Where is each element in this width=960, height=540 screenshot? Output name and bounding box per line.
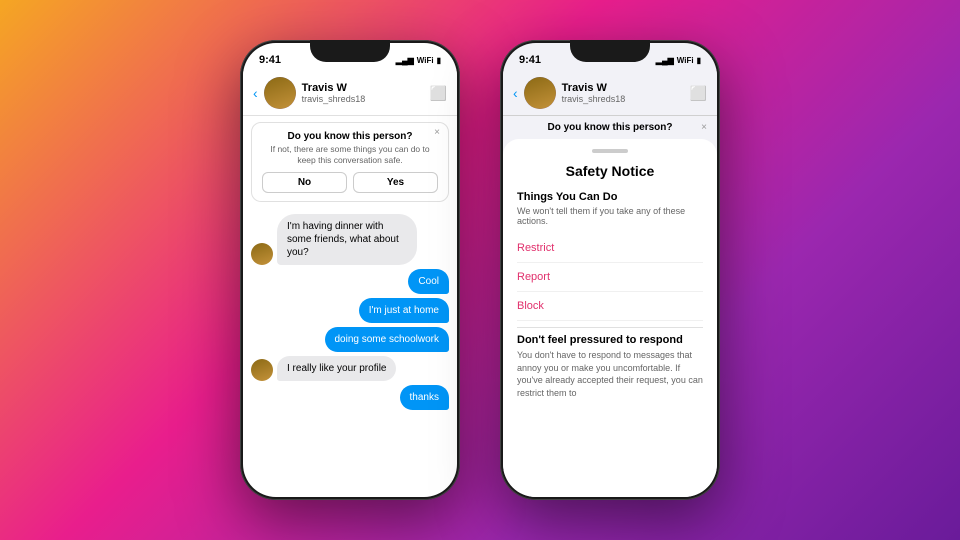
- notch-2: [570, 40, 650, 62]
- banner-close-2[interactable]: ×: [701, 122, 707, 133]
- banner-text-1: If not, there are some things you can do…: [262, 144, 438, 166]
- status-icons-1: ▂▄▆ WiFi ▮: [396, 56, 441, 65]
- list-item: I'm having dinner with some friends, wha…: [277, 214, 417, 265]
- banner-close-1[interactable]: ×: [434, 127, 440, 138]
- back-button-2[interactable]: ‹: [513, 85, 518, 101]
- notch-1: [310, 40, 390, 62]
- banner-title-2: Do you know this person?: [547, 122, 672, 133]
- list-item: doing some schoolwork: [325, 327, 450, 352]
- avatar-msg-2: [251, 359, 273, 381]
- chat-header-2: ‹ Travis W travis_shreds18 ⬜: [503, 71, 717, 116]
- messages-area-1: I'm having dinner with some friends, wha…: [243, 208, 457, 497]
- signal-icon-1: ▂▄▆: [396, 56, 414, 65]
- list-item: thanks: [400, 385, 449, 410]
- table-row: I really like your profile: [251, 356, 449, 381]
- avatar-image-2: [524, 77, 556, 109]
- yes-button-1[interactable]: Yes: [353, 172, 438, 193]
- screen-1: 9:41 ▂▄▆ WiFi ▮ ‹ Travis W travis_shreds…: [243, 43, 457, 497]
- table-row: thanks: [251, 385, 449, 410]
- wifi-icon-2: WiFi: [677, 56, 694, 65]
- phone-1: 9:41 ▂▄▆ WiFi ▮ ‹ Travis W travis_shreds…: [240, 40, 460, 500]
- battery-icon-2: ▮: [697, 56, 701, 65]
- no-button-1[interactable]: No: [262, 172, 347, 193]
- back-button-1[interactable]: ‹: [253, 85, 258, 101]
- sheet-divider: [517, 327, 703, 328]
- signal-icon-2: ▂▄▆: [656, 56, 674, 65]
- section2-text: You don't have to respond to messages th…: [517, 349, 703, 399]
- time-2: 9:41: [519, 54, 541, 66]
- status-icons-2: ▂▄▆ WiFi ▮: [656, 56, 701, 65]
- block-button[interactable]: Block: [517, 292, 703, 321]
- video-icon-2[interactable]: ⬜: [690, 85, 707, 102]
- table-row: Cool: [251, 269, 449, 294]
- chat-header-1: ‹ Travis W travis_shreds18 ⬜: [243, 71, 457, 116]
- list-item: Cool: [408, 269, 449, 294]
- safety-sheet: Safety Notice Things You Can Do We won't…: [503, 139, 717, 497]
- contact-username-1: travis_shreds18: [302, 94, 430, 104]
- contact-username-2: travis_shreds18: [562, 94, 690, 104]
- section2-title: Don't feel pressured to respond: [517, 334, 703, 346]
- report-button[interactable]: Report: [517, 263, 703, 292]
- wifi-icon-1: WiFi: [417, 56, 434, 65]
- know-banner-2: Do you know this person? ×: [503, 116, 717, 139]
- contact-name-1: Travis W: [302, 82, 430, 94]
- list-item: I really like your profile: [277, 356, 396, 381]
- sheet-handle: [592, 149, 628, 153]
- table-row: I'm just at home: [251, 298, 449, 323]
- list-item: I'm just at home: [359, 298, 449, 323]
- know-buttons-1: No Yes: [262, 172, 438, 193]
- header-info-1: Travis W travis_shreds18: [302, 82, 430, 104]
- restrict-button[interactable]: Restrict: [517, 234, 703, 263]
- know-banner-1: × Do you know this person? If not, there…: [251, 122, 449, 202]
- table-row: doing some schoolwork: [251, 327, 449, 352]
- contact-name-2: Travis W: [562, 82, 690, 94]
- banner-title-1: Do you know this person?: [262, 131, 438, 142]
- section1-title: Things You Can Do: [517, 191, 703, 203]
- avatar-image-1: [264, 77, 296, 109]
- header-info-2: Travis W travis_shreds18: [562, 82, 690, 104]
- battery-icon-1: ▮: [437, 56, 441, 65]
- section1-text: We won't tell them if you take any of th…: [517, 206, 703, 226]
- avatar-1: [264, 77, 296, 109]
- avatar-msg-1: [251, 243, 273, 265]
- sheet-title: Safety Notice: [517, 163, 703, 179]
- table-row: I'm having dinner with some friends, wha…: [251, 214, 449, 265]
- screen-2: 9:41 ▂▄▆ WiFi ▮ ‹ Travis W travis_shreds…: [503, 43, 717, 497]
- phone-2: 9:41 ▂▄▆ WiFi ▮ ‹ Travis W travis_shreds…: [500, 40, 720, 500]
- video-icon-1[interactable]: ⬜: [430, 85, 447, 102]
- avatar-2: [524, 77, 556, 109]
- time-1: 9:41: [259, 54, 281, 66]
